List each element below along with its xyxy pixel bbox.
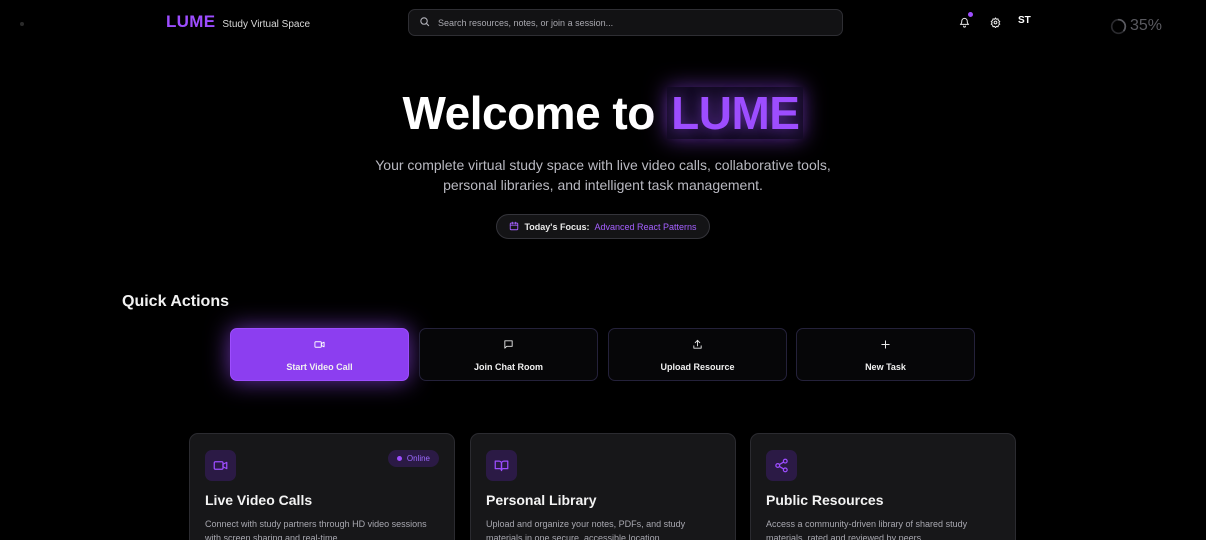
hero-subtitle: Your complete virtual study space with l… [0, 155, 1206, 195]
calendar-icon [509, 221, 519, 233]
decorative-dot [20, 22, 24, 26]
status-badge: Online [387, 450, 439, 467]
card-description: Connect with study partners through HD v… [205, 519, 427, 540]
title-prefix: Welcome to [402, 87, 656, 139]
avatar[interactable]: ST [1018, 15, 1031, 26]
card-title: Live Video Calls [205, 492, 313, 508]
video-icon [314, 337, 325, 355]
feature-card-live-video-calls[interactable]: Online Live Video Calls Connect with stu… [189, 433, 455, 540]
status-dot [396, 456, 402, 461]
notification-dot [968, 12, 973, 17]
progress-indicator: 35% [1110, 17, 1162, 35]
progress-percent: 35% [1130, 17, 1163, 34]
upload-resource-button[interactable]: Upload Resource [608, 328, 787, 381]
title-accent: LUME [667, 87, 804, 139]
feature-card-public-resources[interactable]: Public Resources Access a community-driv… [750, 433, 1016, 540]
search-placeholder: Search resources, notes, or join a sessi… [438, 17, 614, 28]
card-description: Upload and organize your notes, PDFs, an… [486, 519, 686, 540]
chat-icon [503, 337, 514, 355]
hero-subtitle-line1: Your complete virtual study space with l… [375, 157, 831, 173]
progress-ring-icon [1110, 18, 1127, 34]
start-video-call-button[interactable]: Start Video Call [230, 328, 409, 381]
search-icon [419, 14, 430, 32]
join-chat-room-button[interactable]: Join Chat Room [419, 328, 598, 381]
join-chat-room-label: Join Chat Room [474, 362, 543, 372]
upload-icon [692, 337, 703, 355]
share-icon [766, 450, 797, 481]
quick-actions-title: Quick Actions [122, 293, 229, 310]
new-task-label: New Task [865, 362, 906, 372]
focus-label: Today's Focus: [524, 221, 590, 232]
hero-subtitle-line2: personal libraries, and intelligent task… [443, 177, 763, 193]
feature-card-personal-library[interactable]: Personal Library Upload and organize you… [470, 433, 736, 540]
video-icon [205, 450, 236, 481]
brand-logo[interactable]: LUME [166, 12, 215, 32]
focus-value: Advanced React Patterns [594, 221, 697, 232]
brand-subtitle: Study Virtual Space [222, 19, 311, 30]
plus-icon [880, 337, 891, 355]
search-input[interactable]: Search resources, notes, or join a sessi… [408, 9, 843, 36]
upload-resource-label: Upload Resource [660, 362, 735, 372]
brand[interactable]: LUME Study Virtual Space [166, 12, 310, 32]
page-title: Welcome to LUME [0, 86, 1206, 140]
gear-icon[interactable] [988, 15, 1002, 29]
card-title: Personal Library [486, 492, 597, 508]
top-bar: LUME Study Virtual Space Search resource… [0, 0, 1206, 48]
book-icon [486, 450, 517, 481]
bell-icon[interactable] [957, 12, 973, 29]
status-badge-label: Online [406, 454, 430, 463]
card-description: Access a community-driven library of sha… [766, 519, 968, 540]
focus-pill[interactable]: Today's Focus: Advanced React Patterns [496, 214, 710, 239]
new-task-button[interactable]: New Task [796, 328, 975, 381]
card-title: Public Resources [766, 492, 884, 508]
start-video-call-label: Start Video Call [286, 362, 353, 372]
